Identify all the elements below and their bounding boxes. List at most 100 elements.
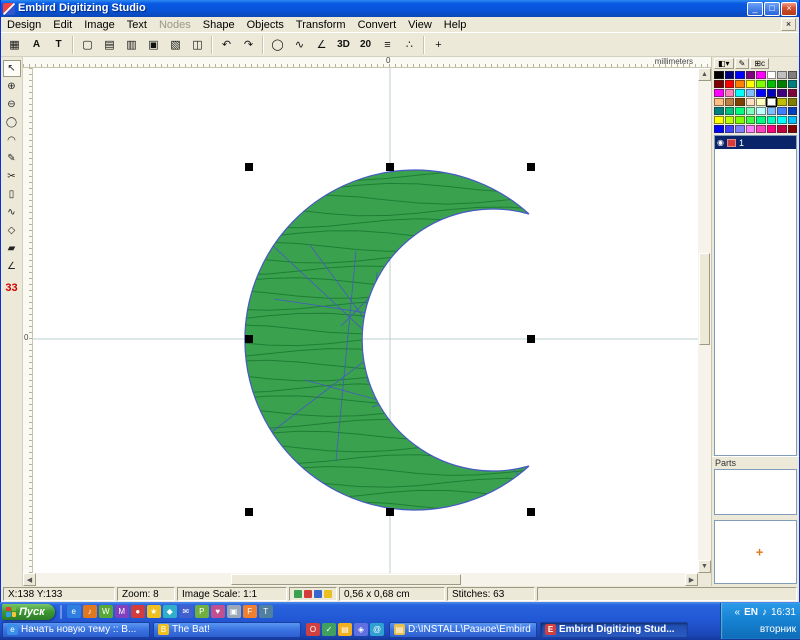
palette-color[interactable] [767, 71, 777, 79]
vertical-scroll-thumb[interactable] [699, 253, 710, 345]
freehand-tool[interactable]: ✎ [3, 150, 21, 167]
wave-shape-button[interactable]: ∿ [289, 35, 310, 55]
quicklaunch-icon-9[interactable]: P [195, 605, 209, 618]
palette-color[interactable] [714, 116, 724, 124]
stitch-points-button[interactable]: ∴ [399, 35, 420, 55]
measure-tool[interactable]: ∠ [3, 258, 21, 275]
taskbar-icon-4[interactable]: ◈ [354, 623, 368, 636]
palette-color[interactable] [767, 107, 777, 115]
view-3d-button[interactable]: 3D [333, 35, 354, 55]
document-close-button[interactable]: × [781, 18, 796, 31]
palette-color[interactable] [714, 125, 724, 133]
ellipse-shape-button[interactable]: ◯ [267, 35, 288, 55]
palette-color[interactable] [735, 89, 745, 97]
palette-color[interactable] [777, 98, 787, 106]
palette-color[interactable] [756, 116, 766, 124]
palette-color[interactable] [725, 80, 735, 88]
design-canvas[interactable] [33, 68, 698, 573]
palette-color[interactable] [777, 89, 787, 97]
task-button-2[interactable]: BThe Bat! [153, 622, 301, 638]
print-button[interactable]: ▧ [165, 35, 186, 55]
palette-color[interactable] [767, 80, 777, 88]
center-design-button[interactable]: + [428, 35, 449, 55]
selection-handle[interactable] [386, 508, 394, 516]
new-design-button[interactable]: ▢ [77, 35, 98, 55]
crescent-shape[interactable] [245, 170, 529, 510]
menu-text[interactable]: Text [121, 19, 153, 31]
edit-palette-button[interactable]: ✎ [735, 58, 750, 69]
selection-handle[interactable] [245, 163, 253, 171]
palette-color[interactable] [714, 107, 724, 115]
palette-color[interactable] [714, 80, 724, 88]
menu-view[interactable]: View [402, 19, 438, 31]
horizontal-scroll-track[interactable] [36, 573, 685, 586]
palette-color[interactable] [735, 107, 745, 115]
angle-button[interactable]: ∠ [311, 35, 332, 55]
palette-style-button[interactable]: ◧▾ [714, 58, 734, 69]
volume-icon[interactable]: ♪ [762, 607, 767, 618]
quicklaunch-icon-12[interactable]: F [243, 605, 257, 618]
lettering-a-button[interactable]: A [26, 35, 47, 55]
quicklaunch-icon-4[interactable]: M [115, 605, 129, 618]
quicklaunch-icon-1[interactable]: e [67, 605, 81, 618]
node-tool[interactable]: ◇ [3, 222, 21, 239]
selection-handle[interactable] [245, 335, 253, 343]
zoom-out-tool[interactable]: ⊖ [3, 96, 21, 113]
palette-color[interactable] [746, 71, 756, 79]
zoom-in-tool[interactable]: ⊕ [3, 78, 21, 95]
palette-color[interactable] [725, 98, 735, 106]
vertical-scroll-track[interactable] [698, 81, 711, 560]
palette-color[interactable] [767, 89, 777, 97]
palette-color[interactable] [746, 116, 756, 124]
menu-objects[interactable]: Objects [241, 19, 290, 31]
palette-color[interactable] [767, 98, 777, 106]
menu-help[interactable]: Help [438, 19, 473, 31]
arc-tool[interactable]: ◠ [3, 132, 21, 149]
scroll-left-icon[interactable]: ◀ [23, 573, 36, 586]
grid-size-button[interactable]: 20 [355, 35, 376, 55]
task-button-4[interactable]: EEmbird Digitizing Stud... [540, 622, 688, 638]
maximize-button[interactable]: □ [764, 2, 780, 16]
text-t-button[interactable]: T [48, 35, 69, 55]
palette-color[interactable] [735, 80, 745, 88]
selection-handle[interactable] [527, 335, 535, 343]
palette-color[interactable] [735, 116, 745, 124]
quicklaunch-icon-5[interactable]: ● [131, 605, 145, 618]
taskbar-icon-3[interactable]: ▤ [338, 623, 352, 636]
open-design-button[interactable]: ▤ [99, 35, 120, 55]
palette-color[interactable] [725, 116, 735, 124]
language-indicator[interactable]: EN [744, 607, 758, 618]
task-button-1[interactable]: eНачать новую тему :: В... [2, 622, 150, 638]
quicklaunch-icon-6[interactable]: ★ [147, 605, 161, 618]
copy-button[interactable]: ◫ [187, 35, 208, 55]
quicklaunch-icon-13[interactable]: T [259, 605, 273, 618]
palette-color[interactable] [788, 98, 798, 106]
palette-color[interactable] [788, 80, 798, 88]
palette-color[interactable] [756, 89, 766, 97]
menu-transform[interactable]: Transform [290, 19, 352, 31]
scroll-up-icon[interactable]: ▲ [698, 68, 711, 81]
curve-tool[interactable]: ∿ [3, 204, 21, 221]
horizontal-scroll-thumb[interactable] [231, 574, 461, 585]
palette-color[interactable] [788, 116, 798, 124]
import-image-button[interactable]: ▥ [121, 35, 142, 55]
scroll-down-icon[interactable]: ▼ [698, 560, 711, 573]
palette-color[interactable] [746, 125, 756, 133]
palette-color[interactable] [756, 107, 766, 115]
palette-color[interactable] [725, 71, 735, 79]
redo-button[interactable]: ↷ [238, 35, 259, 55]
task-button-3[interactable]: ▤D:\INSTALL\Разное\Embird [389, 622, 537, 638]
quicklaunch-icon-10[interactable]: ♥ [211, 605, 225, 618]
start-button[interactable]: Пуск [2, 604, 55, 620]
palette-color[interactable] [788, 107, 798, 115]
selection-handle[interactable] [527, 508, 535, 516]
taskbar-icon-2[interactable]: ✓ [322, 623, 336, 636]
layers-button[interactable]: ≡ [377, 35, 398, 55]
palette-color[interactable] [756, 71, 766, 79]
palette-color[interactable] [714, 98, 724, 106]
scroll-right-icon[interactable]: ▶ [685, 573, 698, 586]
quicklaunch-icon-7[interactable]: ◆ [163, 605, 177, 618]
palette-color[interactable] [756, 125, 766, 133]
palette-color[interactable] [777, 116, 787, 124]
quicklaunch-icon-3[interactable]: W [99, 605, 113, 618]
